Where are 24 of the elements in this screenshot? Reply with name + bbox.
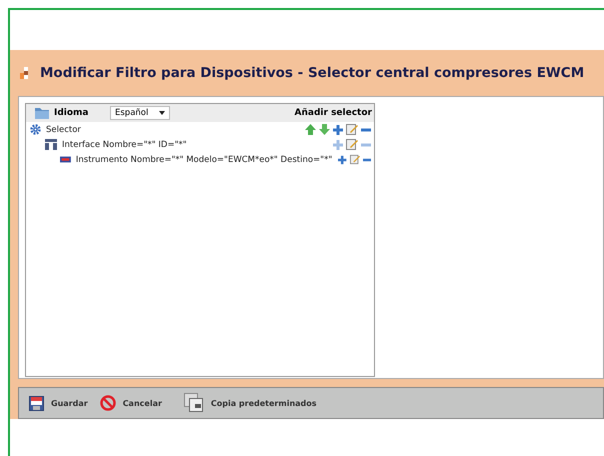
network-icon (45, 139, 57, 150)
language-dropdown[interactable]: Español (110, 106, 170, 120)
language-label: Idioma (54, 108, 90, 118)
edit-icon[interactable] (346, 124, 358, 135)
copy-icon (184, 393, 204, 413)
prohibited-icon (100, 395, 116, 411)
arrow-down-icon[interactable] (319, 124, 330, 135)
toolbar-button[interactable]: Cancelar (100, 395, 162, 411)
toolbar-button[interactable]: Guardar (29, 396, 88, 410)
add-selector-link[interactable]: Añadir selector (294, 108, 372, 118)
plus-icon[interactable] (333, 124, 343, 134)
folder-icon (34, 106, 50, 120)
gear-icon (30, 124, 41, 135)
window-title: Modificar Filtro para Dispositivos - Selector central compresores EWCM (40, 65, 584, 81)
caret-icon (159, 111, 165, 115)
edit-icon[interactable] (350, 154, 360, 165)
edit-icon[interactable] (346, 139, 358, 150)
plus-icon[interactable] (338, 154, 347, 164)
toolbar-button[interactable]: Copia predeterminados (184, 393, 317, 413)
device-icon (60, 156, 71, 163)
tree-item[interactable]: Interface Nombre="*" ID="*" (62, 140, 187, 150)
tree-item[interactable]: Selector (46, 124, 81, 134)
arrow-up-icon[interactable] (305, 124, 316, 135)
tree-item[interactable]: Instrumento Nombre="*" Modelo="EWCM*eo*" Destino="*" (76, 154, 332, 164)
